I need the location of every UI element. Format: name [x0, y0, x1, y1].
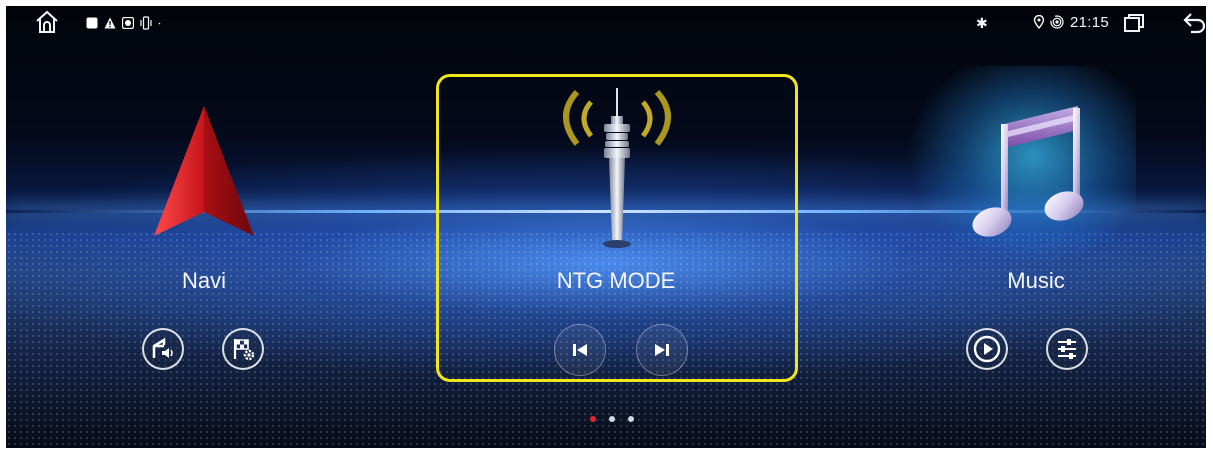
- route-settings-button[interactable]: [222, 328, 264, 370]
- next-icon: [655, 344, 669, 356]
- next-button[interactable]: [636, 324, 688, 376]
- notification-icons: [86, 16, 164, 30]
- play-icon: [973, 335, 1001, 363]
- previous-icon: [573, 344, 587, 356]
- square-notification-icon: [86, 17, 98, 29]
- camera-icon: [122, 17, 134, 29]
- voice-navigation-button[interactable]: [142, 328, 184, 370]
- previous-button[interactable]: [554, 324, 606, 376]
- radio-tower-icon: [563, 88, 671, 248]
- car-launcher-screen: ✱ 21:15 Navi NTG MODE Music: [6, 6, 1206, 448]
- ntg-mode-label: NTG MODE: [556, 268, 676, 293]
- location-icon: [1033, 15, 1045, 29]
- page-indicator: [590, 416, 634, 422]
- warning-icon: [104, 17, 116, 29]
- page-dot-3[interactable]: [628, 416, 634, 422]
- recents-icon[interactable]: [1123, 13, 1145, 33]
- page-dot-1[interactable]: [590, 416, 596, 422]
- equalizer-icon: [1058, 339, 1076, 359]
- home-icon[interactable]: [34, 9, 60, 35]
- vibrate-icon: [140, 16, 152, 30]
- music-note-icon[interactable]: [970, 102, 1088, 248]
- music-label[interactable]: Music: [976, 268, 1096, 294]
- clock: 21:15: [1070, 14, 1110, 31]
- play-button[interactable]: [966, 328, 1008, 370]
- hotspot-icon: [1050, 15, 1064, 29]
- back-icon[interactable]: [1183, 12, 1206, 34]
- equalizer-button[interactable]: [1046, 328, 1088, 370]
- navi-arrow-icon[interactable]: [148, 102, 260, 244]
- bluetooth-icon: ✱: [976, 15, 988, 31]
- navi-label[interactable]: Navi: [156, 268, 252, 294]
- voice-navigation-icon: [152, 337, 173, 358]
- dot-icon: [158, 22, 161, 25]
- route-settings-icon: [233, 339, 255, 361]
- page-dot-2[interactable]: [609, 416, 615, 422]
